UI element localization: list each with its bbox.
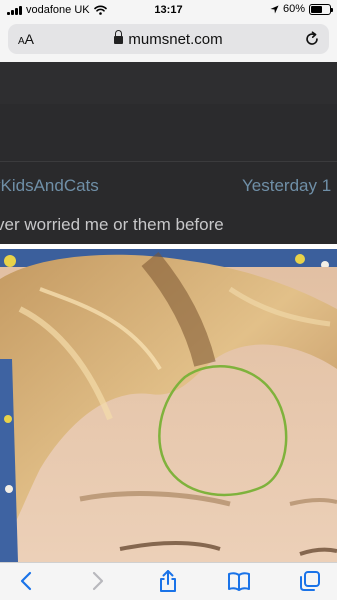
tabs-button[interactable] bbox=[297, 569, 323, 593]
photo-illustration bbox=[0, 249, 337, 562]
site-subheader-band bbox=[0, 104, 337, 162]
forward-button[interactable] bbox=[85, 569, 111, 593]
back-button[interactable] bbox=[13, 569, 39, 593]
bookmarks-icon bbox=[228, 572, 250, 591]
url-text: mumsnet.com bbox=[128, 31, 223, 48]
post-date: Yesterday 1 bbox=[242, 176, 332, 195]
browser-toolbar bbox=[0, 562, 337, 600]
reload-icon[interactable] bbox=[303, 30, 321, 48]
battery-percentage: 60% bbox=[282, 3, 305, 15]
site-header-band bbox=[0, 62, 337, 104]
post-body-text: ver worried me or them before bbox=[0, 215, 224, 234]
browser-address-area: AA mumsnet.com bbox=[0, 20, 337, 62]
lock-icon bbox=[114, 30, 124, 45]
location-arrow-icon bbox=[270, 4, 279, 14]
status-right: 60% bbox=[270, 3, 333, 15]
post-photo[interactable] bbox=[0, 249, 337, 562]
tabs-icon bbox=[300, 571, 320, 591]
battery-icon bbox=[309, 3, 333, 15]
forward-icon bbox=[92, 571, 104, 591]
web-content: yKidsAndCats Yesterday 1 ver worried me … bbox=[0, 62, 337, 562]
battery-level bbox=[311, 5, 322, 13]
status-bar: vodafone UK 13:17 60% bbox=[0, 0, 337, 20]
back-icon bbox=[20, 571, 32, 591]
poster-name-link[interactable]: yKidsAndCats bbox=[0, 176, 99, 196]
post-header: yKidsAndCats Yesterday 1 bbox=[0, 163, 337, 209]
address-bar[interactable]: AA mumsnet.com bbox=[8, 24, 329, 54]
url-display[interactable]: mumsnet.com bbox=[8, 30, 329, 48]
share-button[interactable] bbox=[155, 569, 181, 593]
bookmarks-button[interactable] bbox=[226, 569, 252, 593]
share-icon bbox=[160, 570, 176, 592]
